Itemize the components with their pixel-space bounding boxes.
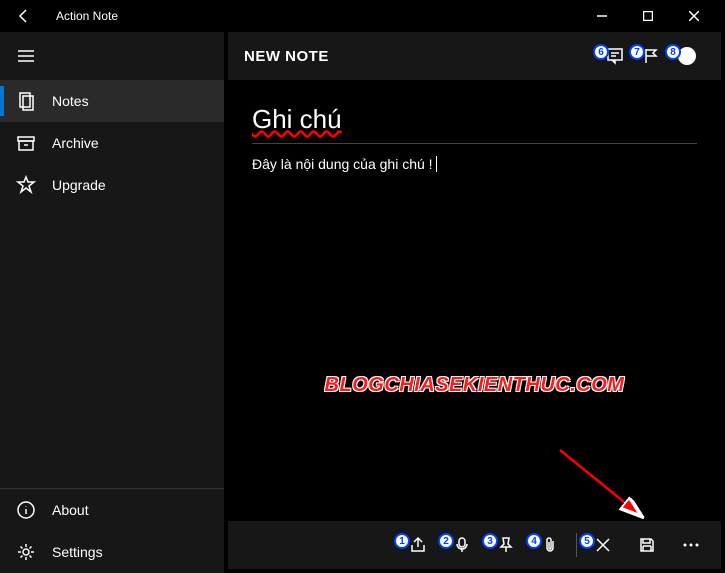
close-icon (594, 536, 612, 554)
note-editor[interactable]: Ghi chú Đây là nội dung của ghi chú ! BL… (228, 84, 721, 517)
cancel-button[interactable]: 5 (581, 523, 625, 567)
note-title-field[interactable]: Ghi chú (252, 104, 697, 144)
sidebar-item-label: Archive (52, 135, 99, 151)
main-content: NEW NOTE 6 7 8 Ghi chú Đây là nội dung c… (224, 32, 725, 573)
share-button[interactable]: 1 (396, 523, 440, 567)
star-icon (16, 175, 36, 195)
sidebar-item-label: Notes (52, 93, 89, 109)
sidebar-item-settings[interactable]: Settings (0, 531, 224, 573)
paperclip-icon (541, 536, 559, 554)
bottom-toolbar: 1 2 3 4 5 (228, 521, 721, 569)
archive-icon (16, 133, 36, 153)
more-icon (682, 536, 700, 554)
note-preview-button[interactable]: 6 (597, 38, 633, 74)
badge-6: 6 (593, 44, 609, 60)
notes-icon (16, 91, 36, 111)
more-button[interactable] (669, 523, 713, 567)
badge-7: 7 (629, 44, 645, 60)
minimize-button[interactable] (579, 0, 625, 32)
sidebar-item-about[interactable]: About (0, 489, 224, 531)
pin-icon (497, 536, 515, 554)
close-button[interactable] (671, 0, 717, 32)
color-button[interactable]: 8 (669, 38, 705, 74)
sidebar-item-label: Settings (52, 544, 103, 560)
sidebar-item-archive[interactable]: Archive (0, 122, 224, 164)
page-title: NEW NOTE (244, 48, 329, 65)
badge-1: 1 (394, 533, 410, 549)
save-button[interactable] (625, 523, 669, 567)
voice-button[interactable]: 2 (440, 523, 484, 567)
mic-icon (453, 536, 471, 554)
sidebar-item-label: About (52, 502, 89, 518)
maximize-button[interactable] (625, 0, 671, 32)
sidebar-item-notes[interactable]: Notes (0, 80, 224, 122)
toolbar-divider (576, 533, 577, 557)
back-button[interactable] (8, 0, 40, 32)
pin-button[interactable]: 3 (484, 523, 528, 567)
badge-2: 2 (438, 533, 454, 549)
top-toolbar: NEW NOTE 6 7 8 (228, 32, 721, 80)
flag-button[interactable]: 7 (633, 38, 669, 74)
gear-icon (16, 542, 36, 562)
titlebar: Action Note (0, 0, 725, 32)
watermark: BLOGCHIASEKIENTHUC.COM (325, 374, 625, 397)
attach-button[interactable]: 4 (528, 523, 572, 567)
app-title: Action Note (56, 9, 118, 23)
share-icon (409, 536, 427, 554)
badge-8: 8 (665, 44, 681, 60)
save-icon (638, 536, 656, 554)
note-content-field[interactable]: Đây là nội dung của ghi chú ! (252, 156, 697, 172)
sidebar: Notes Archive Upgrade About (0, 32, 224, 573)
badge-5: 5 (579, 533, 595, 549)
badge-3: 3 (482, 533, 498, 549)
badge-4: 4 (526, 533, 542, 549)
info-icon (16, 500, 36, 520)
sidebar-item-upgrade[interactable]: Upgrade (0, 164, 224, 206)
hamburger-menu[interactable] (0, 32, 224, 80)
sidebar-item-label: Upgrade (52, 177, 106, 193)
